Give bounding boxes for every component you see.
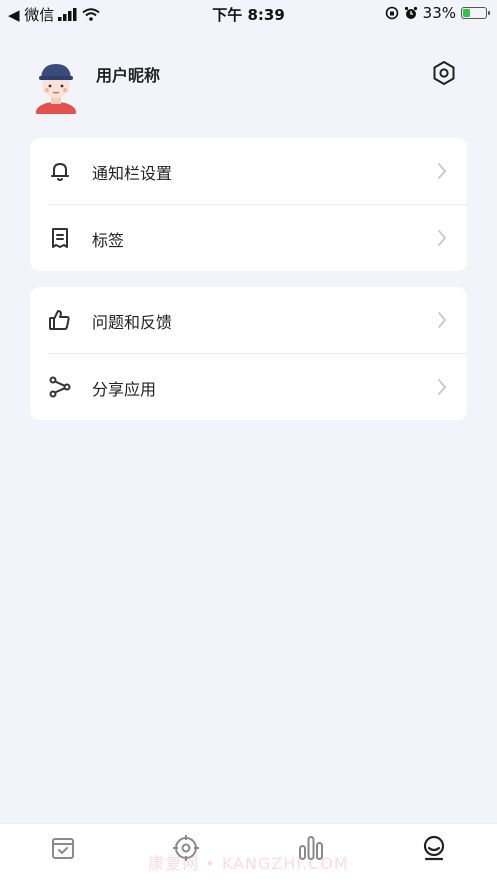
status-bar: ◀ 微信 下午 8:39 33% bbox=[0, 0, 497, 26]
menu-item-tags[interactable]: 标签 bbox=[30, 205, 467, 271]
menu-item-label: 分享应用 bbox=[92, 380, 157, 399]
thumbs-up-icon bbox=[49, 310, 70, 330]
menu-group-settings: 通知栏设置 标签 bbox=[30, 138, 467, 271]
settings-gear-icon[interactable] bbox=[431, 60, 457, 86]
menu-item-notification-settings[interactable]: 通知栏设置 bbox=[30, 138, 467, 205]
profile-header: 用户昵称 bbox=[30, 52, 467, 118]
alarm-icon bbox=[404, 6, 417, 19]
avatar[interactable] bbox=[30, 52, 82, 114]
menu-item-label: 标签 bbox=[92, 231, 125, 250]
note-icon bbox=[52, 228, 68, 248]
menu-item-label: 问题和反馈 bbox=[92, 313, 173, 332]
status-right: 33% bbox=[385, 4, 490, 22]
menu-item-label: 通知栏设置 bbox=[92, 164, 173, 183]
chevron-right-icon bbox=[438, 379, 446, 395]
menu-item-share-app[interactable]: 分享应用 bbox=[30, 354, 467, 420]
chevron-right-icon bbox=[438, 312, 446, 328]
watermark: 康复网 • KANGZHI.COM bbox=[148, 854, 349, 873]
battery-percent: 33% bbox=[422, 4, 456, 22]
user-nickname[interactable]: 用户昵称 bbox=[96, 62, 160, 86]
battery-level-fill bbox=[463, 9, 471, 17]
menu-item-feedback[interactable]: 问题和反馈 bbox=[30, 287, 467, 354]
orientation-lock-icon bbox=[385, 6, 398, 20]
menu-group-support: 问题和反馈 分享应用 bbox=[30, 287, 467, 420]
battery-icon bbox=[461, 7, 490, 19]
chevron-right-icon bbox=[438, 230, 446, 246]
bell-icon bbox=[51, 163, 69, 181]
chevron-right-icon bbox=[438, 163, 446, 179]
share-icon bbox=[49, 376, 71, 398]
